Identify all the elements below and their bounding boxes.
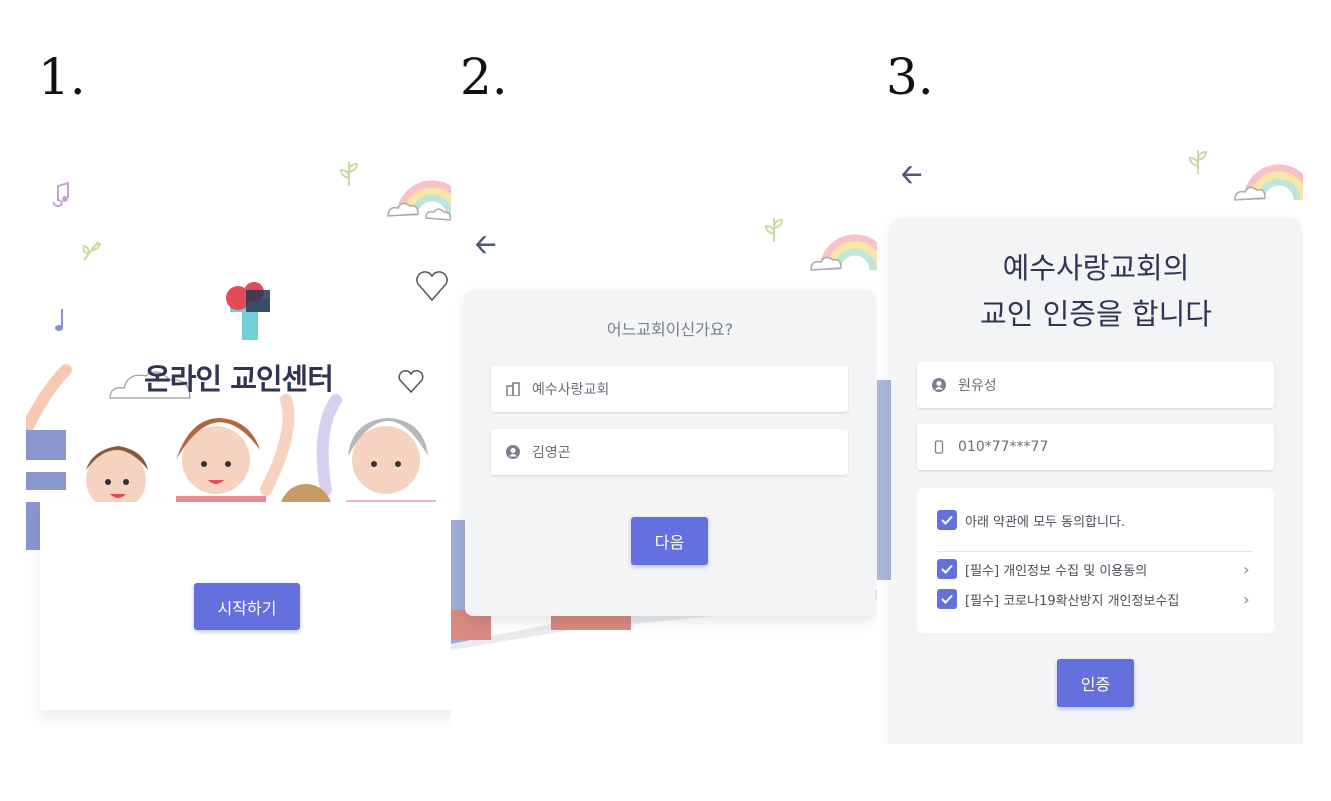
leaf-icon	[339, 162, 359, 186]
heart-outline-icon	[416, 271, 448, 302]
church-input[interactable]: 예수사랑교회	[491, 366, 848, 412]
question-text: 어느교회이신가요?	[606, 320, 734, 339]
music-note-icon	[52, 181, 69, 207]
screen-church-select: 🡠 어느교회이신가요? 예수사랑교회 김영곤 다음	[451, 140, 877, 660]
checkbox-checked-icon[interactable]	[937, 589, 957, 609]
term-row-covid[interactable]: [필수] 코로나19확산방지 개인정보수집	[937, 589, 1179, 609]
name-input[interactable]: 김영곤	[491, 429, 848, 475]
building-icon	[505, 381, 521, 397]
checkbox-checked-icon[interactable]	[937, 559, 957, 579]
phone-input[interactable]: 010*77***77	[917, 424, 1274, 470]
term-row-privacy[interactable]: [필수] 개인정보 수집 및 이용동의	[937, 559, 1147, 579]
screen-member-verify: 🡠 예수사랑교회의 교인 인증을 합니다 원유성 010*77***77 아래 …	[877, 140, 1303, 744]
name-input-value: 원유성	[958, 378, 997, 394]
name-input[interactable]: 원유성	[917, 362, 1274, 408]
verify-form-card: 예수사랑교회의 교인 인증을 합니다 원유성 010*77***77 아래 약관…	[891, 218, 1301, 744]
background-illustration	[877, 380, 891, 580]
chevron-right-icon[interactable]: ›	[1243, 590, 1250, 609]
headline-line-1: 예수사랑교회의	[1002, 251, 1190, 285]
divider	[937, 551, 1253, 552]
agree-all-row[interactable]: 아래 약관에 모두 동의합니다.	[937, 510, 1125, 530]
music-note-icon	[55, 309, 63, 331]
back-arrow-icon[interactable]: 🡠	[475, 226, 496, 270]
chevron-right-icon[interactable]: ›	[1243, 560, 1250, 579]
phone-input-value: 010*77***77	[958, 439, 1049, 455]
terms-box: 아래 약관에 모두 동의합니다. [필수] 개인정보 수집 및 이용동의 › […	[917, 488, 1274, 633]
phone-icon	[931, 439, 947, 455]
church-form-card: 어느교회이신가요? 예수사랑교회 김영곤 다음	[465, 290, 875, 616]
agree-all-label: 아래 약관에 모두 동의합니다.	[965, 514, 1126, 530]
rainbow-icon	[1234, 164, 1303, 201]
term-privacy-label: [필수] 개인정보 수집 및 이용동의	[965, 563, 1148, 579]
back-arrow-icon[interactable]: 🡠	[901, 156, 922, 200]
next-button[interactable]: 다음	[631, 517, 708, 565]
user-circle-icon	[505, 444, 521, 460]
term-covid-label: [필수] 코로나19확산방지 개인정보수집	[965, 593, 1180, 609]
headline-line-2: 교인 인증을 합니다	[980, 297, 1212, 331]
verify-button[interactable]: 인증	[1057, 659, 1134, 707]
user-circle-icon	[931, 377, 947, 393]
step-number-2: 2.	[460, 48, 508, 106]
rainbow-icon	[810, 234, 877, 271]
rainbow-icon	[387, 180, 451, 221]
checkbox-checked-icon[interactable]	[937, 510, 957, 530]
cross-logo-icon	[226, 282, 270, 340]
step-number-1: 1.	[38, 48, 86, 106]
name-input-value: 김영곤	[532, 445, 571, 461]
leaf-icon	[82, 241, 102, 261]
leaf-icon	[764, 218, 784, 242]
start-button[interactable]: 시작하기	[194, 583, 300, 630]
screen-splash: 온라인 교인센터 시작하기	[26, 140, 451, 728]
church-input-value: 예수사랑교회	[532, 382, 610, 398]
step-number-3: 3.	[886, 48, 934, 106]
leaf-icon	[1188, 150, 1208, 174]
